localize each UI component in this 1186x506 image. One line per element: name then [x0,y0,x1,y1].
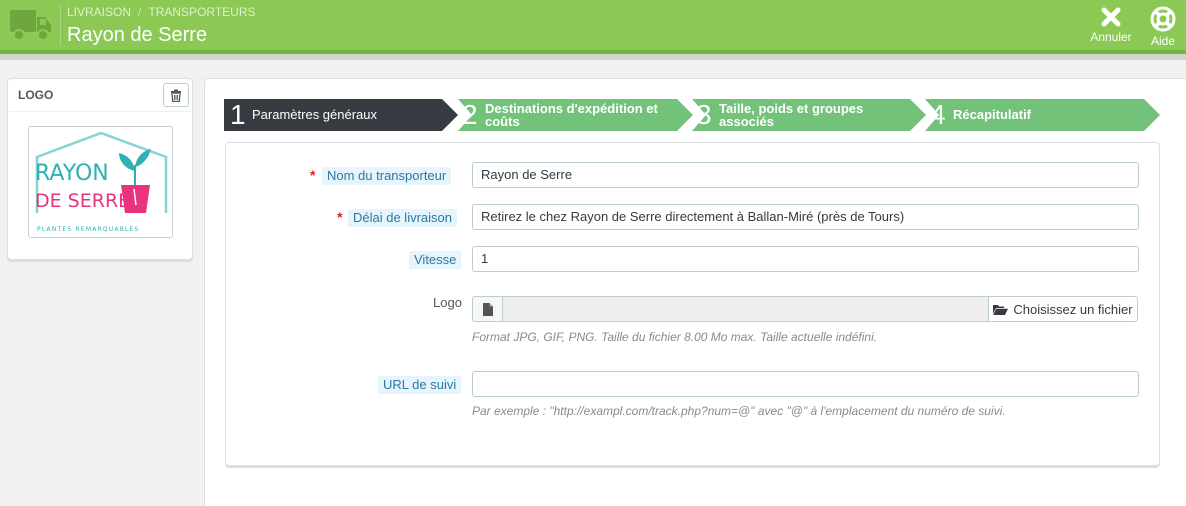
logo-panel-divider [9,111,191,112]
delivery-delay-input[interactable]: Retirez le chez Rayon de Serre directeme… [472,204,1139,230]
logo-text-rayon: RAYON [35,161,109,186]
speed-input[interactable]: 1 [472,246,1139,272]
truck-icon [10,10,51,41]
page-title: Rayon de Serre [67,24,208,46]
logo-help-text: Format JPG, GIF, PNG. Taille du fichier … [472,330,878,344]
logo-panel: LOGO RAYON DE SERRE PLANTES REMARQUABLES [7,78,193,260]
choose-file-button[interactable]: Choisissez un fichier [988,296,1138,322]
file-name-field[interactable] [502,296,989,322]
step-label: Paramètres généraux [252,107,378,122]
wizard-step-1[interactable]: 1 Paramètres généraux [224,99,458,131]
lifebuoy-icon [1150,6,1176,32]
step-number: 1 [230,99,246,130]
carrier-name-label: Nom du transporteur [322,167,452,185]
help-label: Aide [1150,34,1176,48]
carrier-logo-image: RAYON DE SERRE PLANTES REMARQUABLES [28,126,173,238]
step-number: 2 [462,99,478,130]
required-star: * [310,167,316,183]
step-number: 4 [930,99,946,130]
header-shadow [0,54,1186,60]
file-icon [482,302,493,316]
delete-logo-button[interactable] [163,83,189,107]
page-header: LIVRAISON / TRANSPORTEURS Rayon de Serre A… [0,0,1186,50]
cancel-label: Annuler [1090,30,1132,44]
breadcrumb-separator: / [138,5,142,19]
wizard-step-3[interactable]: 3 Taille, poids et groupes associés [692,99,926,131]
wizard-step-2[interactable]: 2 Destinations d'expédition et coûts [458,99,693,131]
tracking-url-help-text: Par exemple : "http://exampl.com/track.p… [472,404,1006,418]
logo-tagline: PLANTES REMARQUABLES [37,226,140,233]
header-divider [60,4,61,46]
folder-open-icon [993,304,1009,315]
tracking-url-input[interactable] [472,371,1139,397]
step-label: Destinations d'expédition et coûts [485,101,658,129]
breadcrumb-item-transporteurs[interactable]: TRANSPORTEURS [148,5,255,19]
required-star: * [337,209,343,225]
help-button[interactable]: Aide [1146,6,1180,48]
delivery-delay-label: Délai de livraison [348,209,457,227]
carrier-name-input[interactable]: Rayon de Serre [472,162,1139,188]
speed-label: Vitesse [409,251,462,269]
logo-panel-title: LOGO [18,88,54,102]
logo-label: Logo [433,295,462,310]
step-label: Taille, poids et groupes associés [719,101,864,129]
cancel-button[interactable]: Annuler [1086,6,1136,44]
file-icon-box [472,296,502,322]
choose-file-label: Choisissez un fichier [1013,301,1133,317]
logo-text-de-serre: DE SERRE [35,190,130,212]
logo-file-upload: Choisissez un fichier [472,296,1138,322]
trash-icon [171,89,181,102]
step-number: 3 [696,99,712,130]
breadcrumb: LIVRAISON / TRANSPORTEURS [67,5,256,19]
wizard-step-4[interactable]: 4 Récapitulatif [925,99,1160,131]
step-label: Récapitulatif [953,107,1032,122]
wizard-steps: 1 Paramètres généraux 2 Destinations d'e… [224,99,1160,131]
tracking-url-label: URL de suivi [378,376,462,394]
close-icon [1101,7,1121,27]
breadcrumb-item-livraison[interactable]: LIVRAISON [67,5,131,19]
